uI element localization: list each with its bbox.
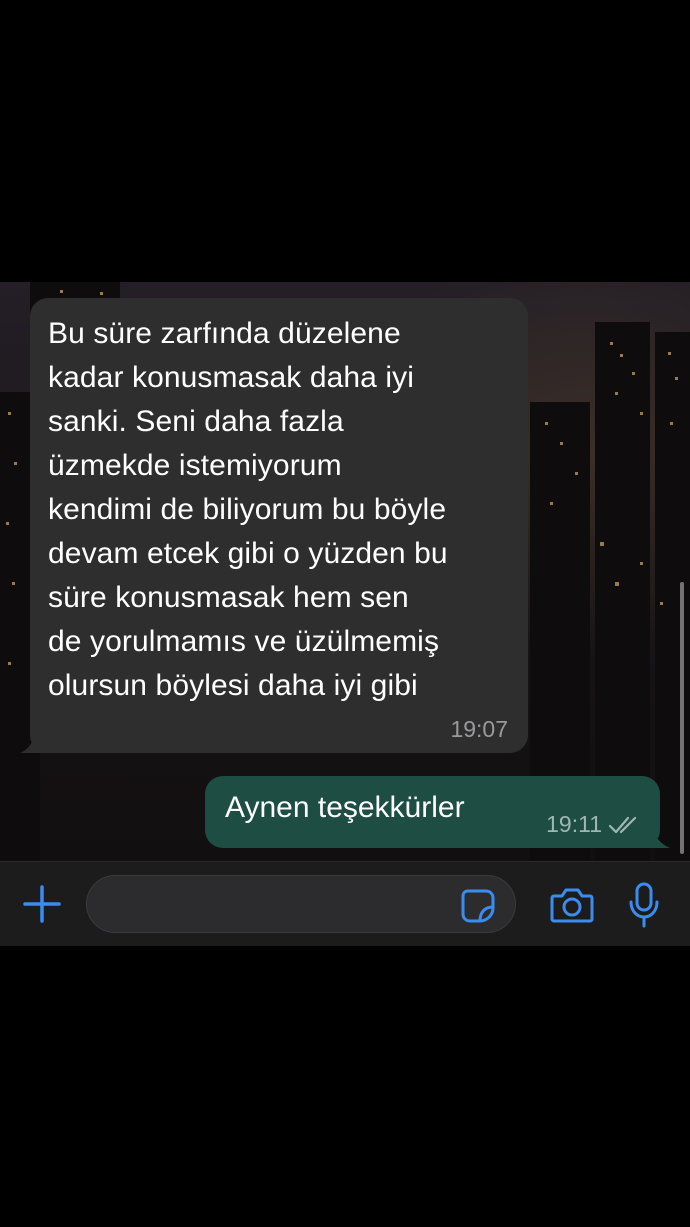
outgoing-message-bubble[interactable]: Aynen teşekkürler 19:11	[205, 776, 660, 848]
sticker-icon[interactable]	[460, 888, 496, 924]
scroll-indicator[interactable]	[680, 582, 684, 854]
outgoing-bubble-tail	[640, 822, 670, 848]
double-check-icon	[608, 816, 637, 833]
outgoing-message-meta: 19:11	[546, 811, 642, 838]
camera-icon[interactable]	[550, 886, 594, 924]
chat-area[interactable]: Bu süre zarfında düzelene kadar konusmas…	[0, 282, 690, 861]
microphone-icon[interactable]	[628, 882, 660, 928]
incoming-message-time: 19:07	[450, 716, 508, 742]
incoming-bubble-tail	[20, 722, 48, 753]
incoming-message-text: Bu süre zarfında düzelene kadar konusmas…	[48, 317, 448, 702]
phone-screen: Bu süre zarfında düzelene kadar konusmas…	[0, 0, 690, 1227]
outgoing-message-time: 19:11	[546, 811, 602, 837]
message-input[interactable]	[86, 875, 516, 933]
plus-icon[interactable]	[22, 884, 62, 924]
incoming-message-bubble[interactable]: Bu süre zarfında düzelene kadar konusmas…	[30, 298, 528, 753]
message-composer	[0, 861, 690, 946]
